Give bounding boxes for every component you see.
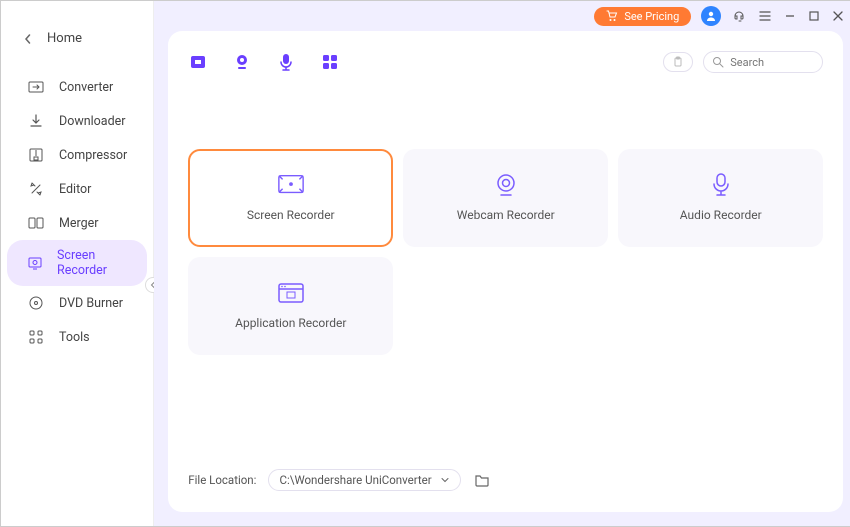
sidebar-item-downloader[interactable]: Downloader xyxy=(7,104,147,138)
tools-icon xyxy=(27,328,45,346)
dvd-icon xyxy=(27,294,45,312)
sidebar-item-merger[interactable]: Merger xyxy=(7,206,147,240)
webcam-tile-icon xyxy=(492,174,520,196)
see-pricing-button[interactable]: See Pricing xyxy=(594,7,691,26)
sidebar-item-label: Compressor xyxy=(59,148,127,163)
application-tile-icon xyxy=(277,282,305,304)
editor-icon xyxy=(27,180,45,198)
tile-webcam-recorder[interactable]: Webcam Recorder xyxy=(403,149,608,247)
sidebar-item-label: Merger xyxy=(59,216,99,231)
mode-audio-icon[interactable] xyxy=(276,52,296,72)
sidebar-item-tools[interactable]: Tools xyxy=(7,320,147,354)
cart-icon xyxy=(606,10,618,22)
sidebar-item-converter[interactable]: Converter xyxy=(7,70,147,104)
search-input[interactable] xyxy=(730,56,810,69)
support-button[interactable] xyxy=(731,8,747,24)
clipboard-button[interactable] xyxy=(663,52,693,72)
folder-icon xyxy=(474,473,490,487)
sidebar-item-label: Editor xyxy=(59,182,91,197)
screen-recorder-tile-icon xyxy=(277,174,305,196)
sidebar: Home Converter Downloader Compressor Edi… xyxy=(1,1,154,526)
file-location-path: C:\Wondershare UniConverter xyxy=(279,473,431,487)
converter-icon xyxy=(27,78,45,96)
minimize-button[interactable] xyxy=(783,9,797,23)
sidebar-item-label: DVD Burner xyxy=(59,296,123,311)
downloader-icon xyxy=(27,112,45,130)
user-icon xyxy=(705,10,717,22)
sidebar-item-label: Downloader xyxy=(59,114,126,129)
footer: File Location: C:\Wondershare UniConvert… xyxy=(188,462,823,498)
tile-label: Application Recorder xyxy=(235,316,346,330)
mode-apps-icon[interactable] xyxy=(320,52,340,72)
sidebar-item-editor[interactable]: Editor xyxy=(7,172,147,206)
home-label[interactable]: Home xyxy=(47,31,82,46)
back-button[interactable] xyxy=(21,32,35,46)
clipboard-icon xyxy=(672,56,684,68)
file-location-label: File Location: xyxy=(188,473,256,487)
content-card: Screen Recorder Webcam Recorder Audio Re… xyxy=(168,31,843,512)
screen-recorder-icon xyxy=(27,254,43,272)
sidebar-item-label: Screen Recorder xyxy=(57,248,127,278)
open-folder-button[interactable] xyxy=(473,471,491,489)
close-button[interactable] xyxy=(831,9,845,23)
sidebar-item-dvd-burner[interactable]: DVD Burner xyxy=(7,286,147,320)
chevron-down-icon xyxy=(440,475,450,485)
maximize-button[interactable] xyxy=(807,9,821,23)
user-account-button[interactable] xyxy=(701,6,721,26)
file-location-select[interactable]: C:\Wondershare UniConverter xyxy=(268,469,460,491)
sidebar-item-screen-recorder[interactable]: Screen Recorder xyxy=(7,240,147,286)
mode-webcam-icon[interactable] xyxy=(232,52,252,72)
search-icon xyxy=(712,56,724,68)
search-box[interactable] xyxy=(703,51,823,73)
tile-application-recorder[interactable]: Application Recorder xyxy=(188,257,393,355)
sidebar-item-label: Tools xyxy=(59,330,90,345)
audio-tile-icon xyxy=(707,174,735,196)
compressor-icon xyxy=(27,146,45,164)
tile-audio-recorder[interactable]: Audio Recorder xyxy=(618,149,823,247)
tile-label: Webcam Recorder xyxy=(457,208,555,222)
menu-button[interactable] xyxy=(757,8,773,24)
tile-screen-recorder[interactable]: Screen Recorder xyxy=(188,149,393,247)
sidebar-item-compressor[interactable]: Compressor xyxy=(7,138,147,172)
pricing-label: See Pricing xyxy=(624,10,679,23)
tile-label: Screen Recorder xyxy=(247,208,335,222)
mode-screen-icon[interactable] xyxy=(188,52,208,72)
titlebar: See Pricing xyxy=(154,1,850,31)
tile-label: Audio Recorder xyxy=(680,208,762,222)
sidebar-item-label: Converter xyxy=(59,80,113,95)
merger-icon xyxy=(27,214,45,232)
